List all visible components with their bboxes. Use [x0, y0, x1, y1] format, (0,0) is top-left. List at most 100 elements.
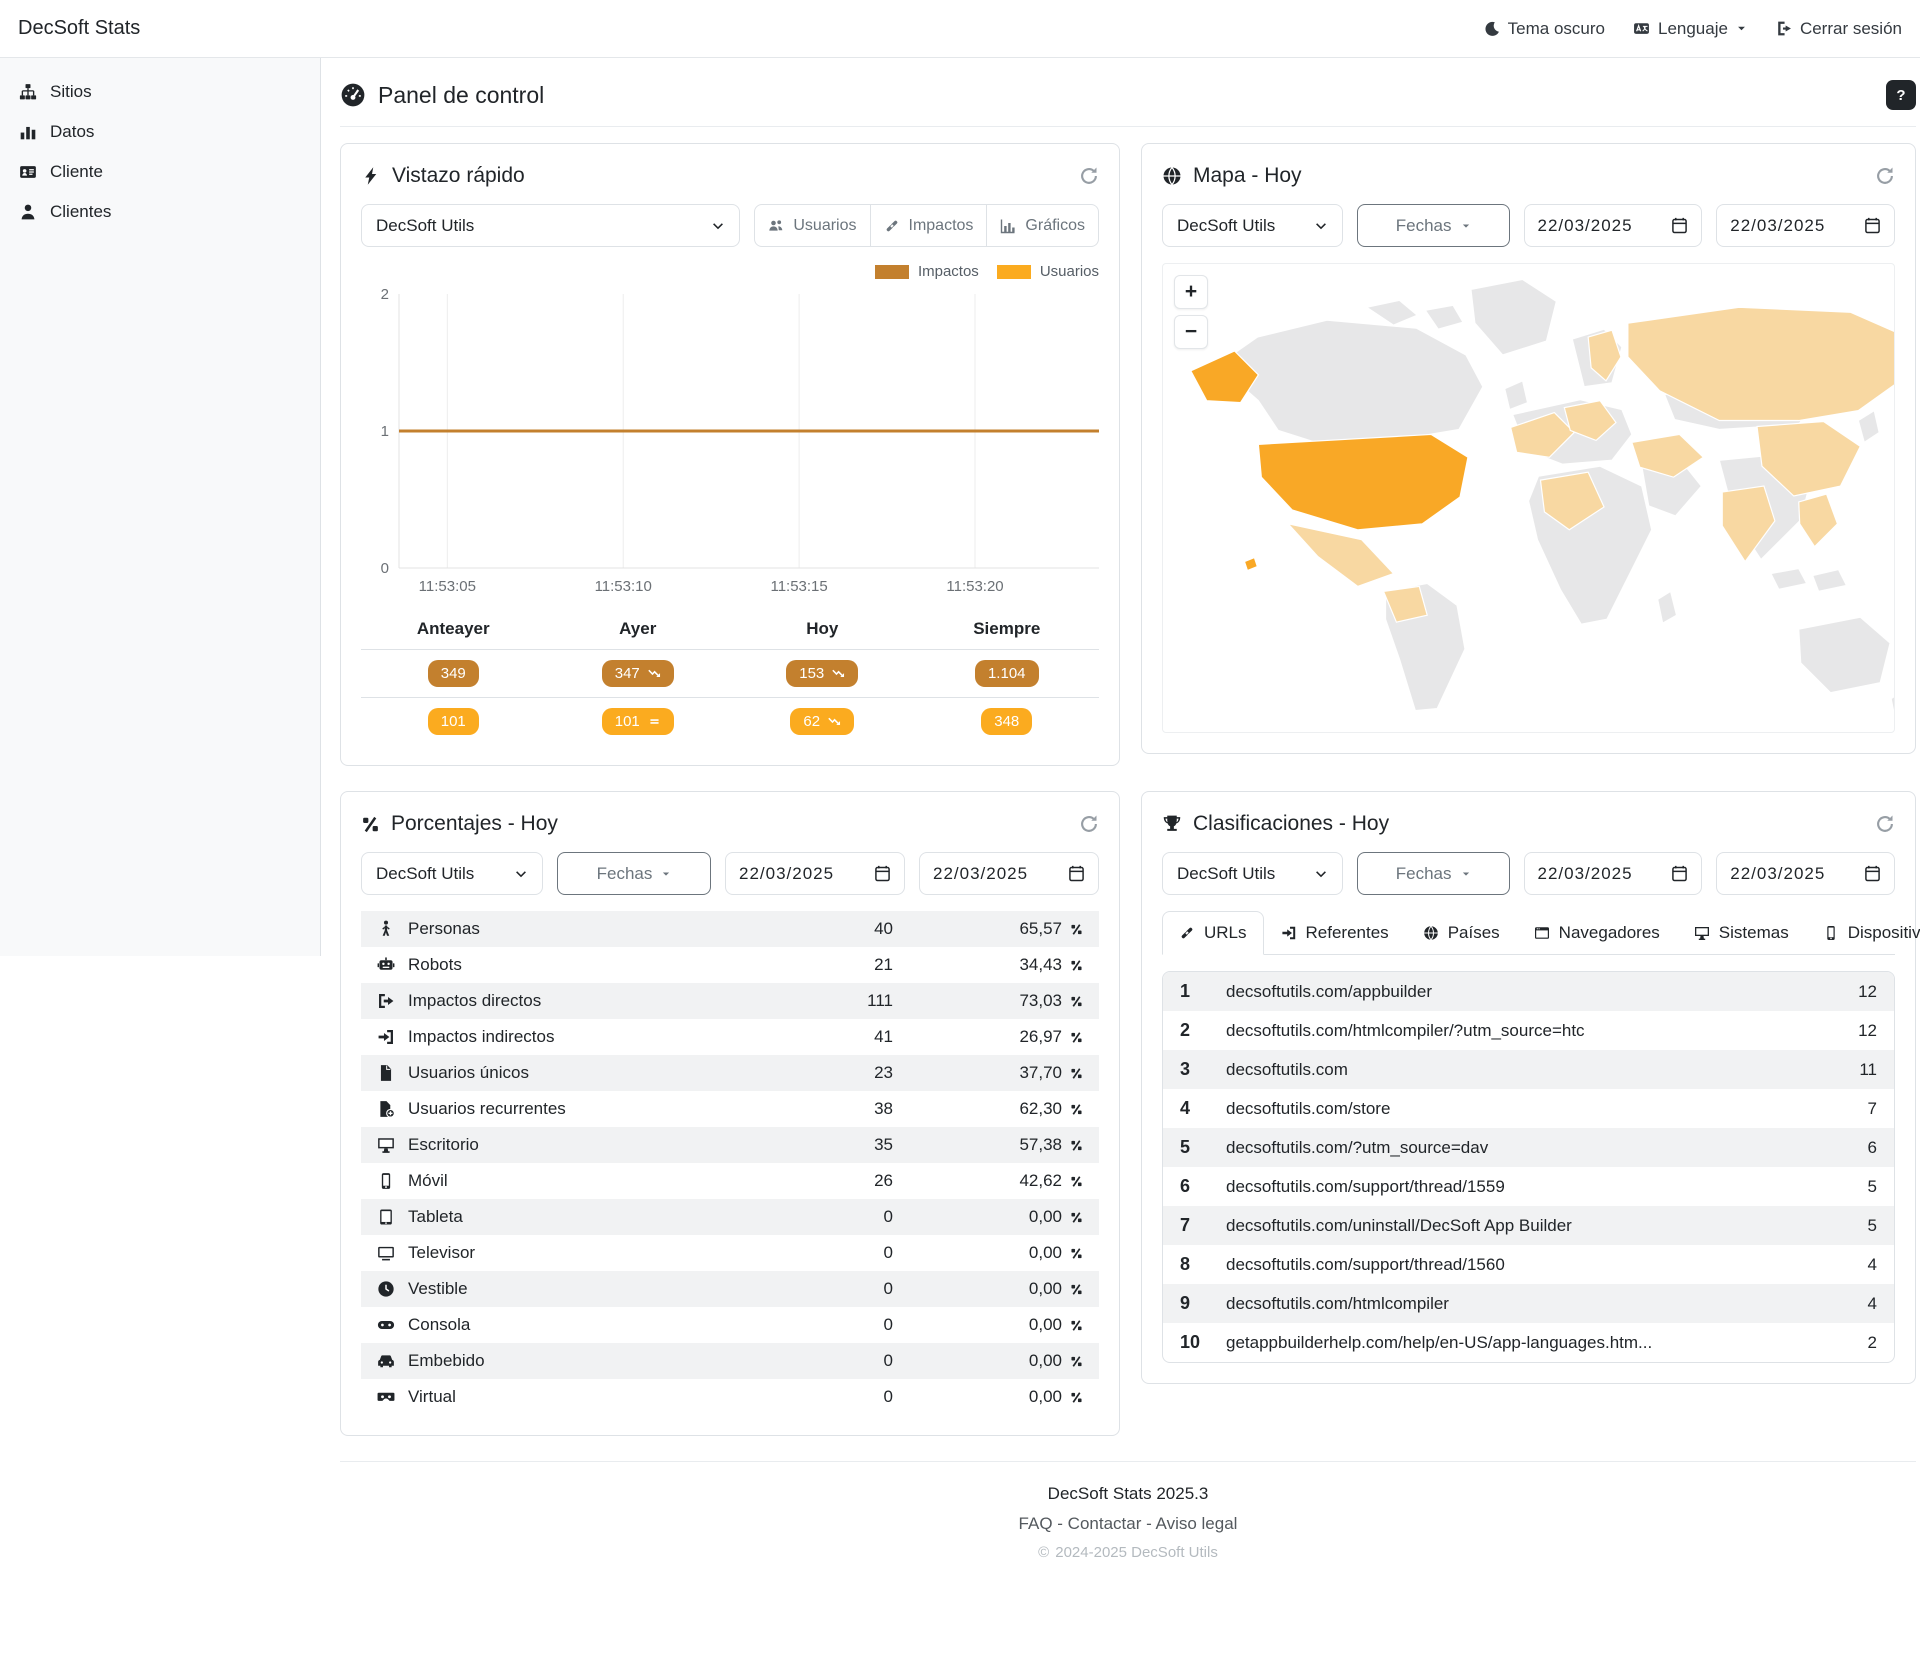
calendar-icon — [1864, 217, 1881, 234]
percent-row-count: 0 — [759, 1235, 909, 1271]
ranking-url: decsoftutils.com/support/thread/1560 — [1226, 1255, 1868, 1275]
sidebar-item-cliente[interactable]: Cliente — [0, 152, 320, 192]
summary-header: Hoy — [730, 611, 915, 650]
sidebar-item-label: Datos — [50, 122, 94, 142]
ranking-count: 7 — [1868, 1099, 1877, 1119]
sidebar-item-datos[interactable]: Datos — [0, 112, 320, 152]
quick-view-panel: Vistazo rápido DecSoft Utils UsuariosImp… — [340, 143, 1120, 766]
theme-toggle[interactable]: Tema oscuro — [1484, 19, 1605, 39]
map-zoom-in-button[interactable]: + — [1174, 275, 1208, 309]
ranking-position: 5 — [1180, 1137, 1226, 1158]
dates-dropdown-button[interactable]: Fechas — [1357, 204, 1510, 247]
user-icon — [19, 203, 37, 221]
stat-badge-value: 153 — [799, 665, 824, 682]
percent-row-label: Escritorio — [408, 1135, 479, 1155]
tab-urls[interactable]: URLs — [1162, 911, 1264, 955]
refresh-icon[interactable] — [1875, 814, 1895, 834]
language-menu[interactable]: Lenguaje — [1633, 19, 1747, 39]
ranking-item: 10getappbuilderhelp.com/help/en-US/app-l… — [1163, 1323, 1894, 1362]
dates-dropdown-button[interactable]: Fechas — [1357, 852, 1510, 895]
copyright-icon: © — [1038, 1544, 1049, 1561]
help-button[interactable]: ? — [1886, 80, 1916, 110]
chevron-down-icon — [1314, 867, 1328, 881]
equals-icon — [648, 715, 661, 728]
date-from-input[interactable]: 22/03/2025 — [725, 852, 905, 895]
ranking-position: 9 — [1180, 1293, 1226, 1314]
view-button-usuarios[interactable]: Usuarios — [754, 204, 870, 247]
sign-in-icon — [377, 1028, 395, 1046]
footer-link-aviso-legal[interactable]: Aviso legal — [1156, 1514, 1238, 1533]
site-select[interactable]: DecSoft Utils — [1162, 852, 1343, 895]
percent-row-value: 57,38 — [1019, 1135, 1062, 1155]
date-from-input[interactable]: 22/03/2025 — [1524, 852, 1703, 895]
trend-down-icon — [828, 715, 841, 728]
stat-badge-value: 1.104 — [988, 665, 1026, 682]
map-panel-title: Mapa - Hoy — [1162, 164, 1302, 188]
refresh-icon[interactable] — [1875, 166, 1895, 186]
legend-entry-usuarios: Usuarios — [997, 263, 1099, 280]
view-button-impactos[interactable]: Impactos — [871, 204, 988, 247]
app-brand: DecSoft Stats — [18, 17, 140, 40]
ranking-count: 4 — [1868, 1255, 1877, 1275]
chevron-down-icon — [1314, 219, 1328, 233]
percent-row-usuarios-recurrentes: Usuarios recurrentes3862,30 — [361, 1091, 1099, 1127]
ranking-count: 11 — [1859, 1060, 1877, 1080]
date-to-input[interactable]: 22/03/2025 — [1716, 204, 1895, 247]
link-icon — [884, 218, 900, 234]
trophy-icon — [1162, 814, 1182, 834]
date-to-input[interactable]: 22/03/2025 — [919, 852, 1099, 895]
footer-link-faq[interactable]: FAQ — [1019, 1514, 1053, 1533]
ranking-position: 8 — [1180, 1254, 1226, 1275]
tab-referentes[interactable]: Referentes — [1264, 911, 1406, 955]
percent-icon — [1070, 1031, 1083, 1044]
footer-link-contactar[interactable]: Contactar — [1068, 1514, 1142, 1533]
ranking-url: decsoftutils.com/support/thread/1559 — [1226, 1177, 1868, 1197]
mobile-icon — [377, 1172, 395, 1190]
language-menu-label: Lenguaje — [1658, 19, 1728, 39]
svg-text:1: 1 — [381, 423, 389, 440]
refresh-icon[interactable] — [1079, 166, 1099, 186]
navbar-actions: Tema oscuro Lenguaje Cerrar sesión — [1484, 19, 1902, 39]
sidebar-item-clientes[interactable]: Clientes — [0, 192, 320, 232]
percent-row-label: Consola — [408, 1315, 470, 1335]
sidebar: Sitios Datos Cliente Clientes — [0, 58, 321, 956]
site-select[interactable]: DecSoft Utils — [361, 204, 740, 247]
percent-row-count: 26 — [759, 1163, 909, 1199]
tab-sistemas[interactable]: Sistemas — [1677, 911, 1806, 955]
tv-icon — [377, 1244, 395, 1262]
percent-icon — [1070, 1247, 1083, 1260]
percent-icon — [1070, 1175, 1083, 1188]
sitemap-icon — [19, 83, 37, 101]
caret-down-icon — [661, 869, 671, 879]
stat-badge: 101 — [428, 708, 479, 735]
ranking-url: decsoftutils.com/htmlcompiler/?utm_sourc… — [1226, 1021, 1858, 1041]
sidebar-item-label: Clientes — [50, 202, 111, 222]
person-icon — [377, 920, 395, 938]
sidebar-item-sitios[interactable]: Sitios — [0, 72, 320, 112]
tab-paises[interactable]: Países — [1406, 911, 1517, 955]
page-header: Panel de control ? — [340, 80, 1916, 110]
percent-icon — [1070, 1355, 1083, 1368]
date-to-input[interactable]: 22/03/2025 — [1716, 852, 1895, 895]
percent-row-count: 21 — [759, 947, 909, 983]
stat-badge: 101 — [602, 708, 674, 735]
logout-button[interactable]: Cerrar sesión — [1775, 19, 1902, 39]
view-button-graficos[interactable]: Gráficos — [987, 204, 1099, 247]
dates-dropdown-button[interactable]: Fechas — [557, 852, 711, 895]
percent-row-value: 62,30 — [1019, 1099, 1062, 1119]
refresh-icon[interactable] — [1079, 814, 1099, 834]
language-icon — [1633, 20, 1650, 37]
map-zoom-out-button[interactable]: − — [1174, 315, 1208, 349]
date-from-input[interactable]: 22/03/2025 — [1524, 204, 1703, 247]
site-select[interactable]: DecSoft Utils — [361, 852, 543, 895]
site-select[interactable]: DecSoft Utils — [1162, 204, 1343, 247]
world-map[interactable]: + − — [1162, 263, 1895, 733]
tab-dispositivos[interactable]: Dispositivos — [1806, 911, 1920, 955]
caret-down-icon — [1736, 23, 1747, 34]
bar-chart-icon — [19, 123, 37, 141]
percent-row-value: 0,00 — [1029, 1387, 1062, 1407]
footer-copyright: © 2024-2025 DecSoft Utils — [340, 1544, 1916, 1561]
percent-row-value: 0,00 — [1029, 1207, 1062, 1227]
chart-legend: ImpactosUsuarios — [361, 263, 1099, 280]
tab-navegadores[interactable]: Navegadores — [1517, 911, 1677, 955]
